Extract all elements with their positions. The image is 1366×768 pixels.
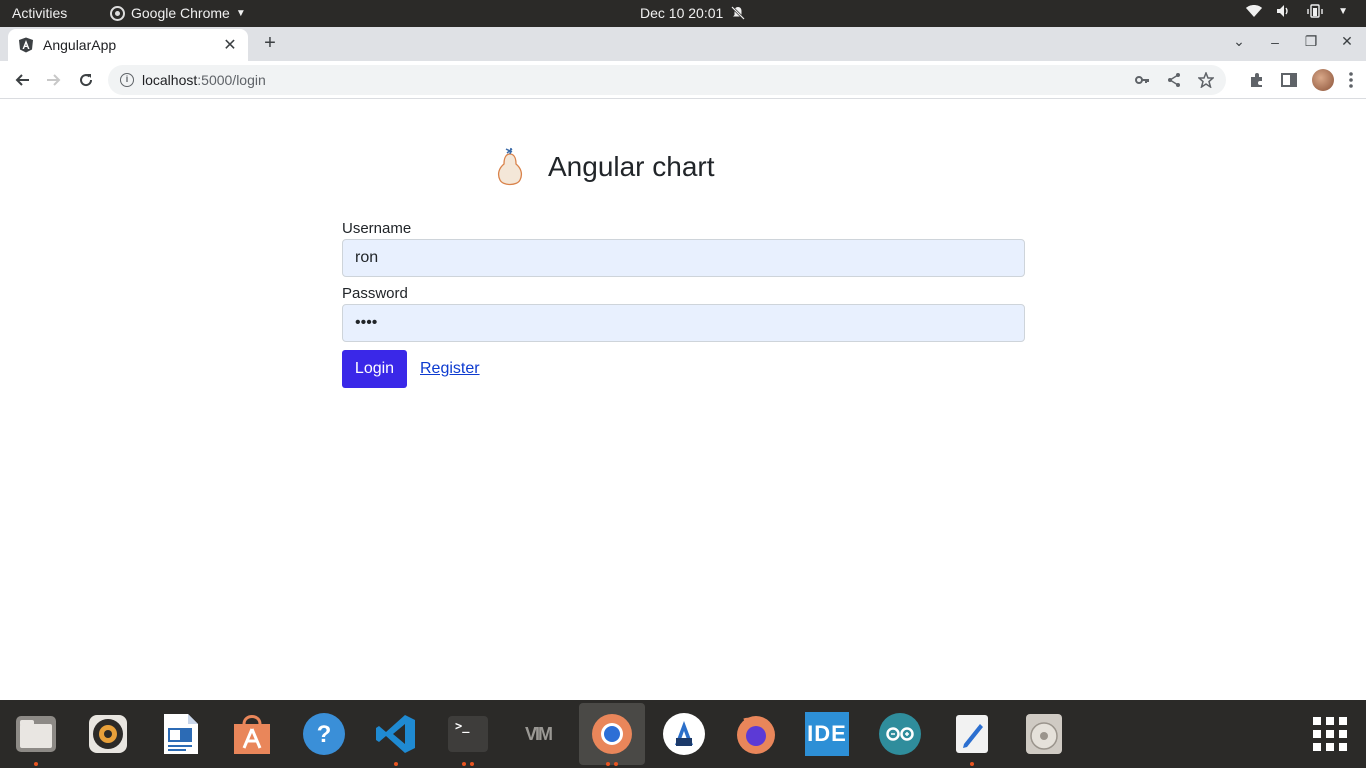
system-menu-caret-icon: ▼ (1338, 5, 1348, 17)
url-path: :5000/login (197, 72, 266, 88)
running-indicator (34, 762, 38, 766)
new-tab-button[interactable]: + (258, 32, 282, 56)
notifications-off-icon (731, 6, 746, 20)
system-top-bar: Activities Google Chrome ▼ Dec 10 20:01 … (0, 0, 1366, 27)
help-icon[interactable]: ? (302, 712, 346, 756)
forward-button[interactable] (43, 69, 65, 91)
running-indicator (970, 762, 974, 766)
firefox-icon[interactable] (734, 712, 778, 756)
clock[interactable]: Dec 10 20:01 (640, 5, 746, 21)
password-label: Password (342, 285, 408, 302)
reload-button[interactable] (75, 69, 97, 91)
tab-close-icon[interactable]: ✕ (222, 35, 238, 55)
arduino-icon[interactable] (878, 712, 922, 756)
chrome-icon[interactable] (590, 712, 634, 766)
ide-icon-label: IDE (807, 721, 847, 746)
android-studio-icon[interactable] (662, 712, 706, 756)
page-content: Angular chart Username Password Login Re… (0, 100, 1366, 700)
brand-header: Angular chart (492, 146, 715, 188)
svg-text:VIM: VIM (525, 724, 552, 744)
libreoffice-writer-icon[interactable] (158, 712, 202, 756)
datetime-label: Dec 10 20:01 (640, 5, 724, 21)
running-indicator (614, 762, 618, 766)
profile-avatar[interactable] (1312, 69, 1334, 91)
login-button[interactable]: Login (342, 350, 407, 388)
battery-icon (1307, 4, 1323, 18)
caret-down-icon: ▼ (235, 7, 246, 19)
window-controls: ⌄ – ❐ ✕ (1230, 33, 1356, 50)
back-arrow-icon (15, 74, 29, 86)
address-bar[interactable]: i localhost:5000/login (108, 65, 1226, 95)
extensions-icon[interactable] (1248, 71, 1266, 89)
terminal-icon[interactable]: >_ (446, 712, 490, 766)
files-icon[interactable] (14, 712, 58, 766)
tab-search-icon[interactable]: ⌄ (1230, 33, 1248, 50)
dock: ? >_ VIM IDE (0, 700, 1366, 768)
svg-text:>_: >_ (455, 719, 470, 734)
site-info-icon[interactable]: i (120, 73, 134, 87)
pear-logo-icon (497, 147, 523, 186)
tab-angularapp[interactable]: AngularApp ✕ (8, 29, 248, 61)
ide-icon[interactable]: IDE (805, 712, 849, 756)
activities-button[interactable]: Activities (12, 5, 67, 21)
vim-icon[interactable]: VIM (516, 712, 560, 756)
share-icon[interactable] (1166, 72, 1182, 88)
restore-icon[interactable]: ❐ (1302, 33, 1320, 50)
show-applications-grid-icon[interactable] (1313, 717, 1347, 751)
ubuntu-software-icon[interactable] (230, 712, 274, 756)
vscode-icon[interactable] (374, 712, 418, 766)
reload-icon (80, 74, 93, 87)
username-label: Username (342, 220, 412, 237)
forward-arrow-icon (47, 74, 61, 86)
url-host: localhost (142, 72, 198, 88)
key-icon[interactable] (1134, 72, 1150, 88)
register-link[interactable]: Register (420, 360, 480, 378)
form-actions: Login Register (342, 350, 1025, 388)
running-indicator (394, 762, 398, 766)
minimize-icon[interactable]: – (1266, 34, 1284, 50)
back-button[interactable] (11, 69, 33, 91)
kebab-menu-icon[interactable] (1348, 71, 1354, 89)
toolbar-right (1248, 69, 1354, 91)
disks-icon[interactable] (1022, 712, 1066, 756)
browser-toolbar: i localhost:5000/login (0, 61, 1366, 99)
wifi-icon (1246, 5, 1263, 17)
app-menu-label: Google Chrome (131, 5, 230, 21)
username-field[interactable] (342, 239, 1025, 277)
running-indicator (462, 762, 466, 766)
running-indicator (606, 762, 610, 766)
app-menu[interactable]: Google Chrome ▼ (110, 5, 246, 21)
page-title: Angular chart (548, 151, 715, 182)
volume-icon (1277, 5, 1288, 17)
tab-title: AngularApp (43, 37, 117, 53)
tab-strip: AngularApp ✕ + ⌄ – ❐ ✕ (0, 27, 1366, 61)
password-field[interactable] (342, 304, 1025, 342)
chrome-small-icon (110, 5, 125, 21)
omnibox-actions (1134, 72, 1214, 88)
system-tray[interactable]: ▼ (1246, 4, 1348, 18)
rhythmbox-icon[interactable] (86, 712, 130, 756)
bookmark-star-icon[interactable] (1198, 72, 1214, 88)
angular-favicon-icon (19, 37, 33, 53)
side-panel-icon[interactable] (1280, 71, 1298, 89)
login-form: Username Password Login Register (342, 220, 1025, 388)
window-close-icon[interactable]: ✕ (1338, 33, 1356, 50)
text-editor-icon[interactable] (950, 712, 994, 766)
svg-text:?: ? (317, 721, 332, 748)
running-indicator (470, 762, 474, 766)
